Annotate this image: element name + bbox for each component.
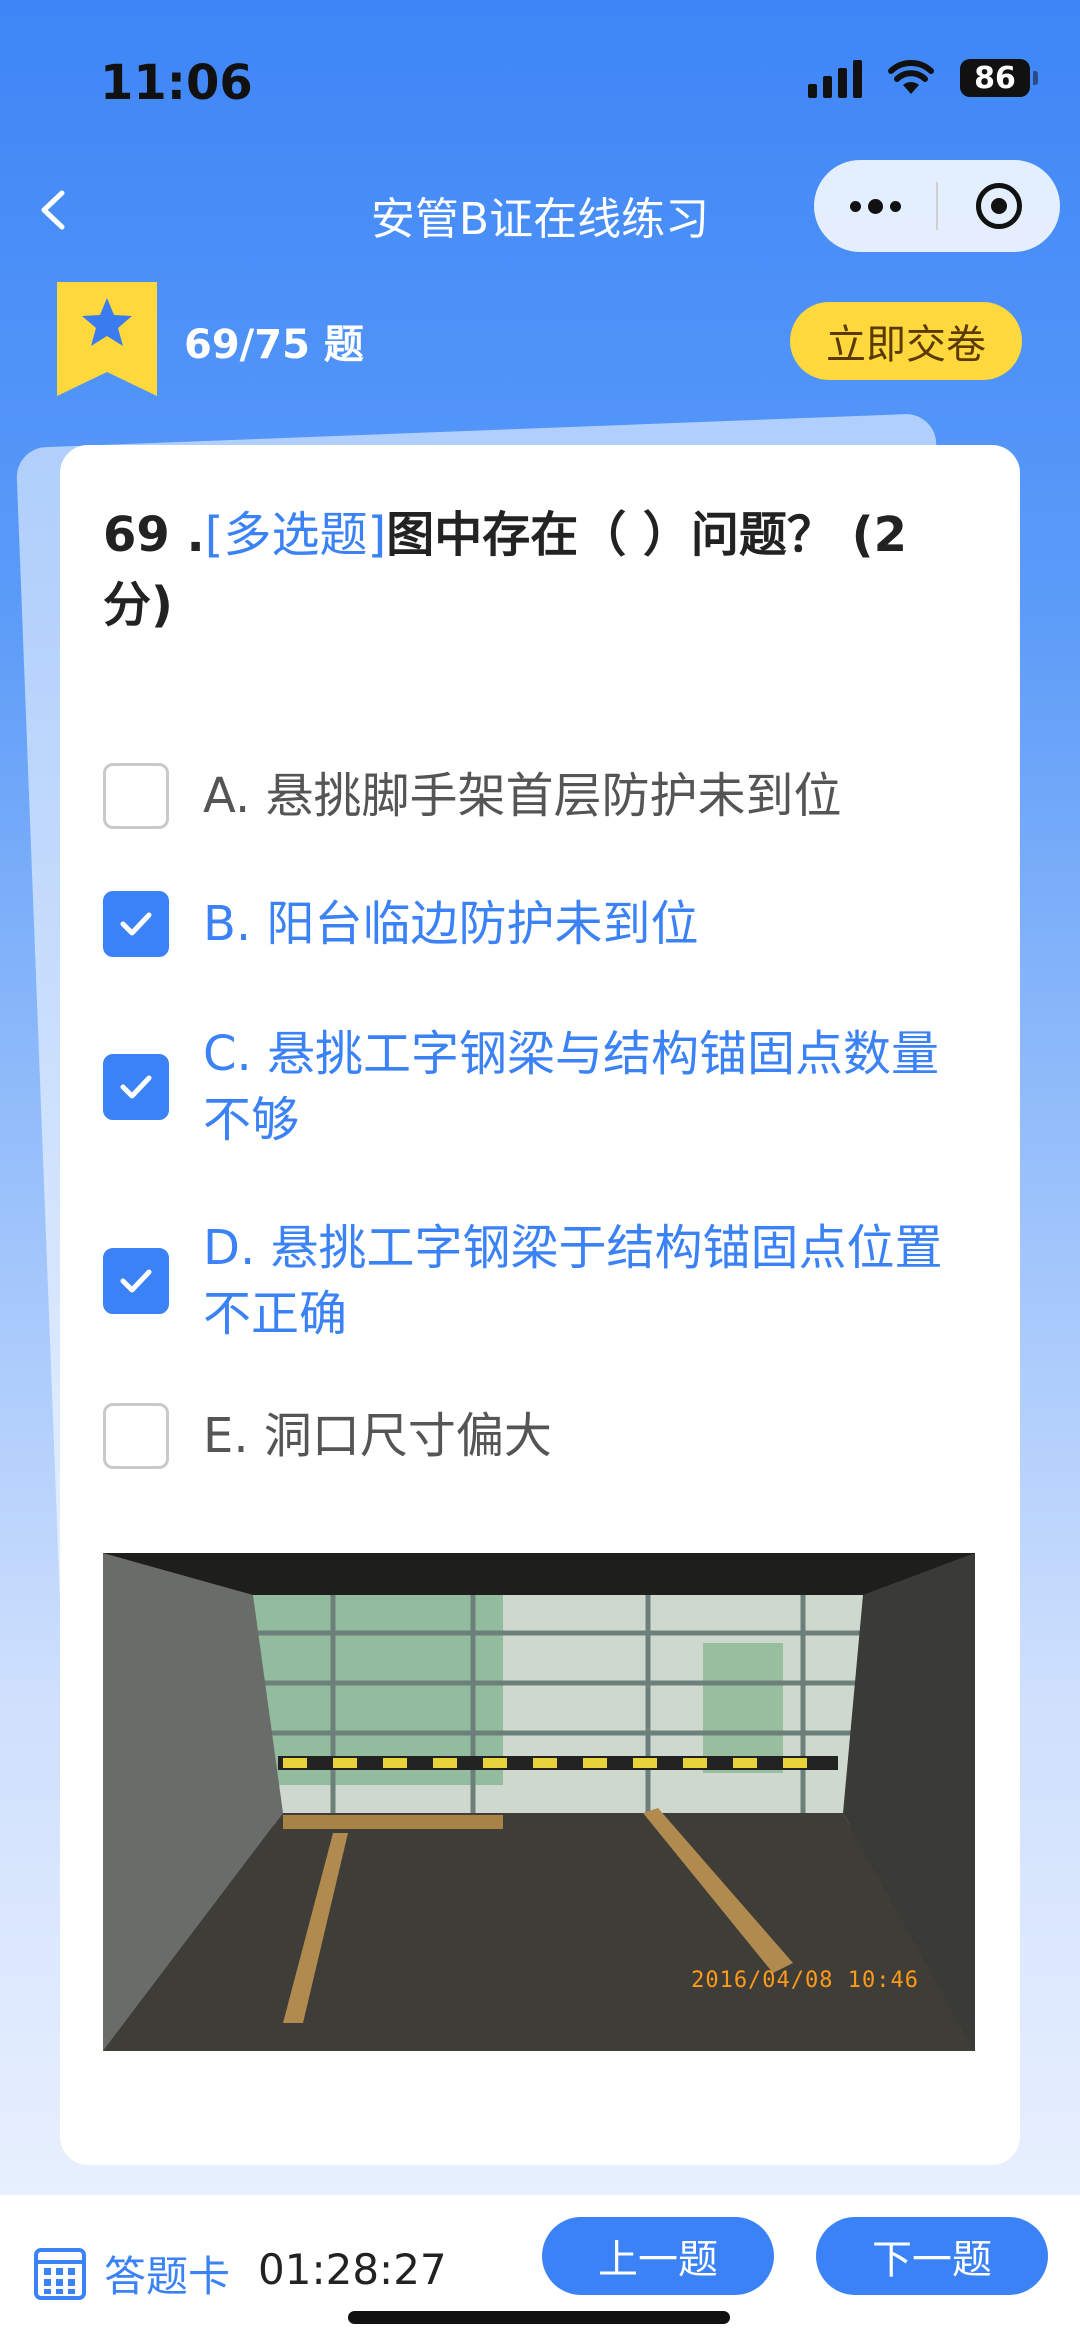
- question-photo: 2016/04/08 10:46: [103, 1553, 975, 2051]
- checkmark-icon: [120, 912, 152, 936]
- option-d[interactable]: D. 悬挑工字钢梁于结构锚固点位置不正确: [103, 1215, 983, 1347]
- answer-card-button[interactable]: 答题卡: [34, 2243, 230, 2304]
- home-indicator: [348, 2311, 730, 2324]
- prev-question-button[interactable]: 上一题: [542, 2217, 774, 2295]
- target-icon: [976, 183, 1022, 229]
- photo-timestamp: 2016/04/08 10:46: [691, 1968, 919, 1993]
- option-a-checkbox[interactable]: [103, 763, 169, 829]
- answer-card-label: 答题卡: [104, 2252, 231, 2301]
- grid-icon: [34, 2247, 86, 2300]
- status-icons: 86: [808, 58, 1038, 98]
- question-text: 69 .[多选题]图中存在（ ）问题？ (2分): [103, 500, 973, 640]
- option-d-checkbox[interactable]: [103, 1248, 169, 1314]
- option-c-checkbox[interactable]: [103, 1054, 169, 1120]
- favorite-ribbon-icon[interactable]: [57, 282, 157, 396]
- option-c[interactable]: C. 悬挑工字钢梁与结构锚固点数量不够: [103, 1021, 983, 1153]
- question-number: 69 .: [103, 507, 205, 563]
- option-a-text: A. 悬挑脚手架首层防护未到位: [203, 768, 842, 824]
- checkmark-icon: [120, 1269, 152, 1293]
- cellular-signal-icon: [808, 58, 862, 98]
- checkmark-icon: [120, 1075, 152, 1099]
- wifi-icon: [888, 60, 934, 94]
- more-icon: [849, 198, 901, 214]
- question-type: [多选题]: [204, 507, 387, 563]
- battery-icon: 86: [960, 59, 1038, 97]
- question-card: 69 .[多选题]图中存在（ ）问题？ (2分) A. 悬挑脚手架首层防护未到位…: [60, 445, 1020, 2165]
- option-b-checkbox[interactable]: [103, 891, 169, 957]
- status-time: 11:06: [100, 55, 253, 111]
- next-question-button[interactable]: 下一题: [816, 2217, 1048, 2295]
- option-e-text: E. 洞口尺寸偏大: [203, 1408, 552, 1464]
- option-b[interactable]: B. 阳台临边防护未到位: [103, 891, 983, 957]
- option-b-text: B. 阳台临边防护未到位: [203, 896, 699, 952]
- option-d-text: D. 悬挑工字钢梁于结构锚固点位置不正确: [203, 1220, 943, 1342]
- more-button[interactable]: [814, 160, 936, 252]
- option-a[interactable]: A. 悬挑脚手架首层防护未到位: [103, 763, 983, 829]
- close-button[interactable]: [938, 160, 1060, 252]
- option-c-text: C. 悬挑工字钢梁与结构锚固点数量不够: [203, 1026, 940, 1148]
- question-progress: 69/75 题: [184, 322, 364, 368]
- option-e-checkbox[interactable]: [103, 1403, 169, 1469]
- option-e[interactable]: E. 洞口尺寸偏大: [103, 1403, 983, 1469]
- submit-exam-button[interactable]: 立即交卷: [790, 302, 1022, 380]
- mini-program-capsule: [814, 160, 1060, 252]
- exam-timer: 01:28:27: [258, 2245, 447, 2294]
